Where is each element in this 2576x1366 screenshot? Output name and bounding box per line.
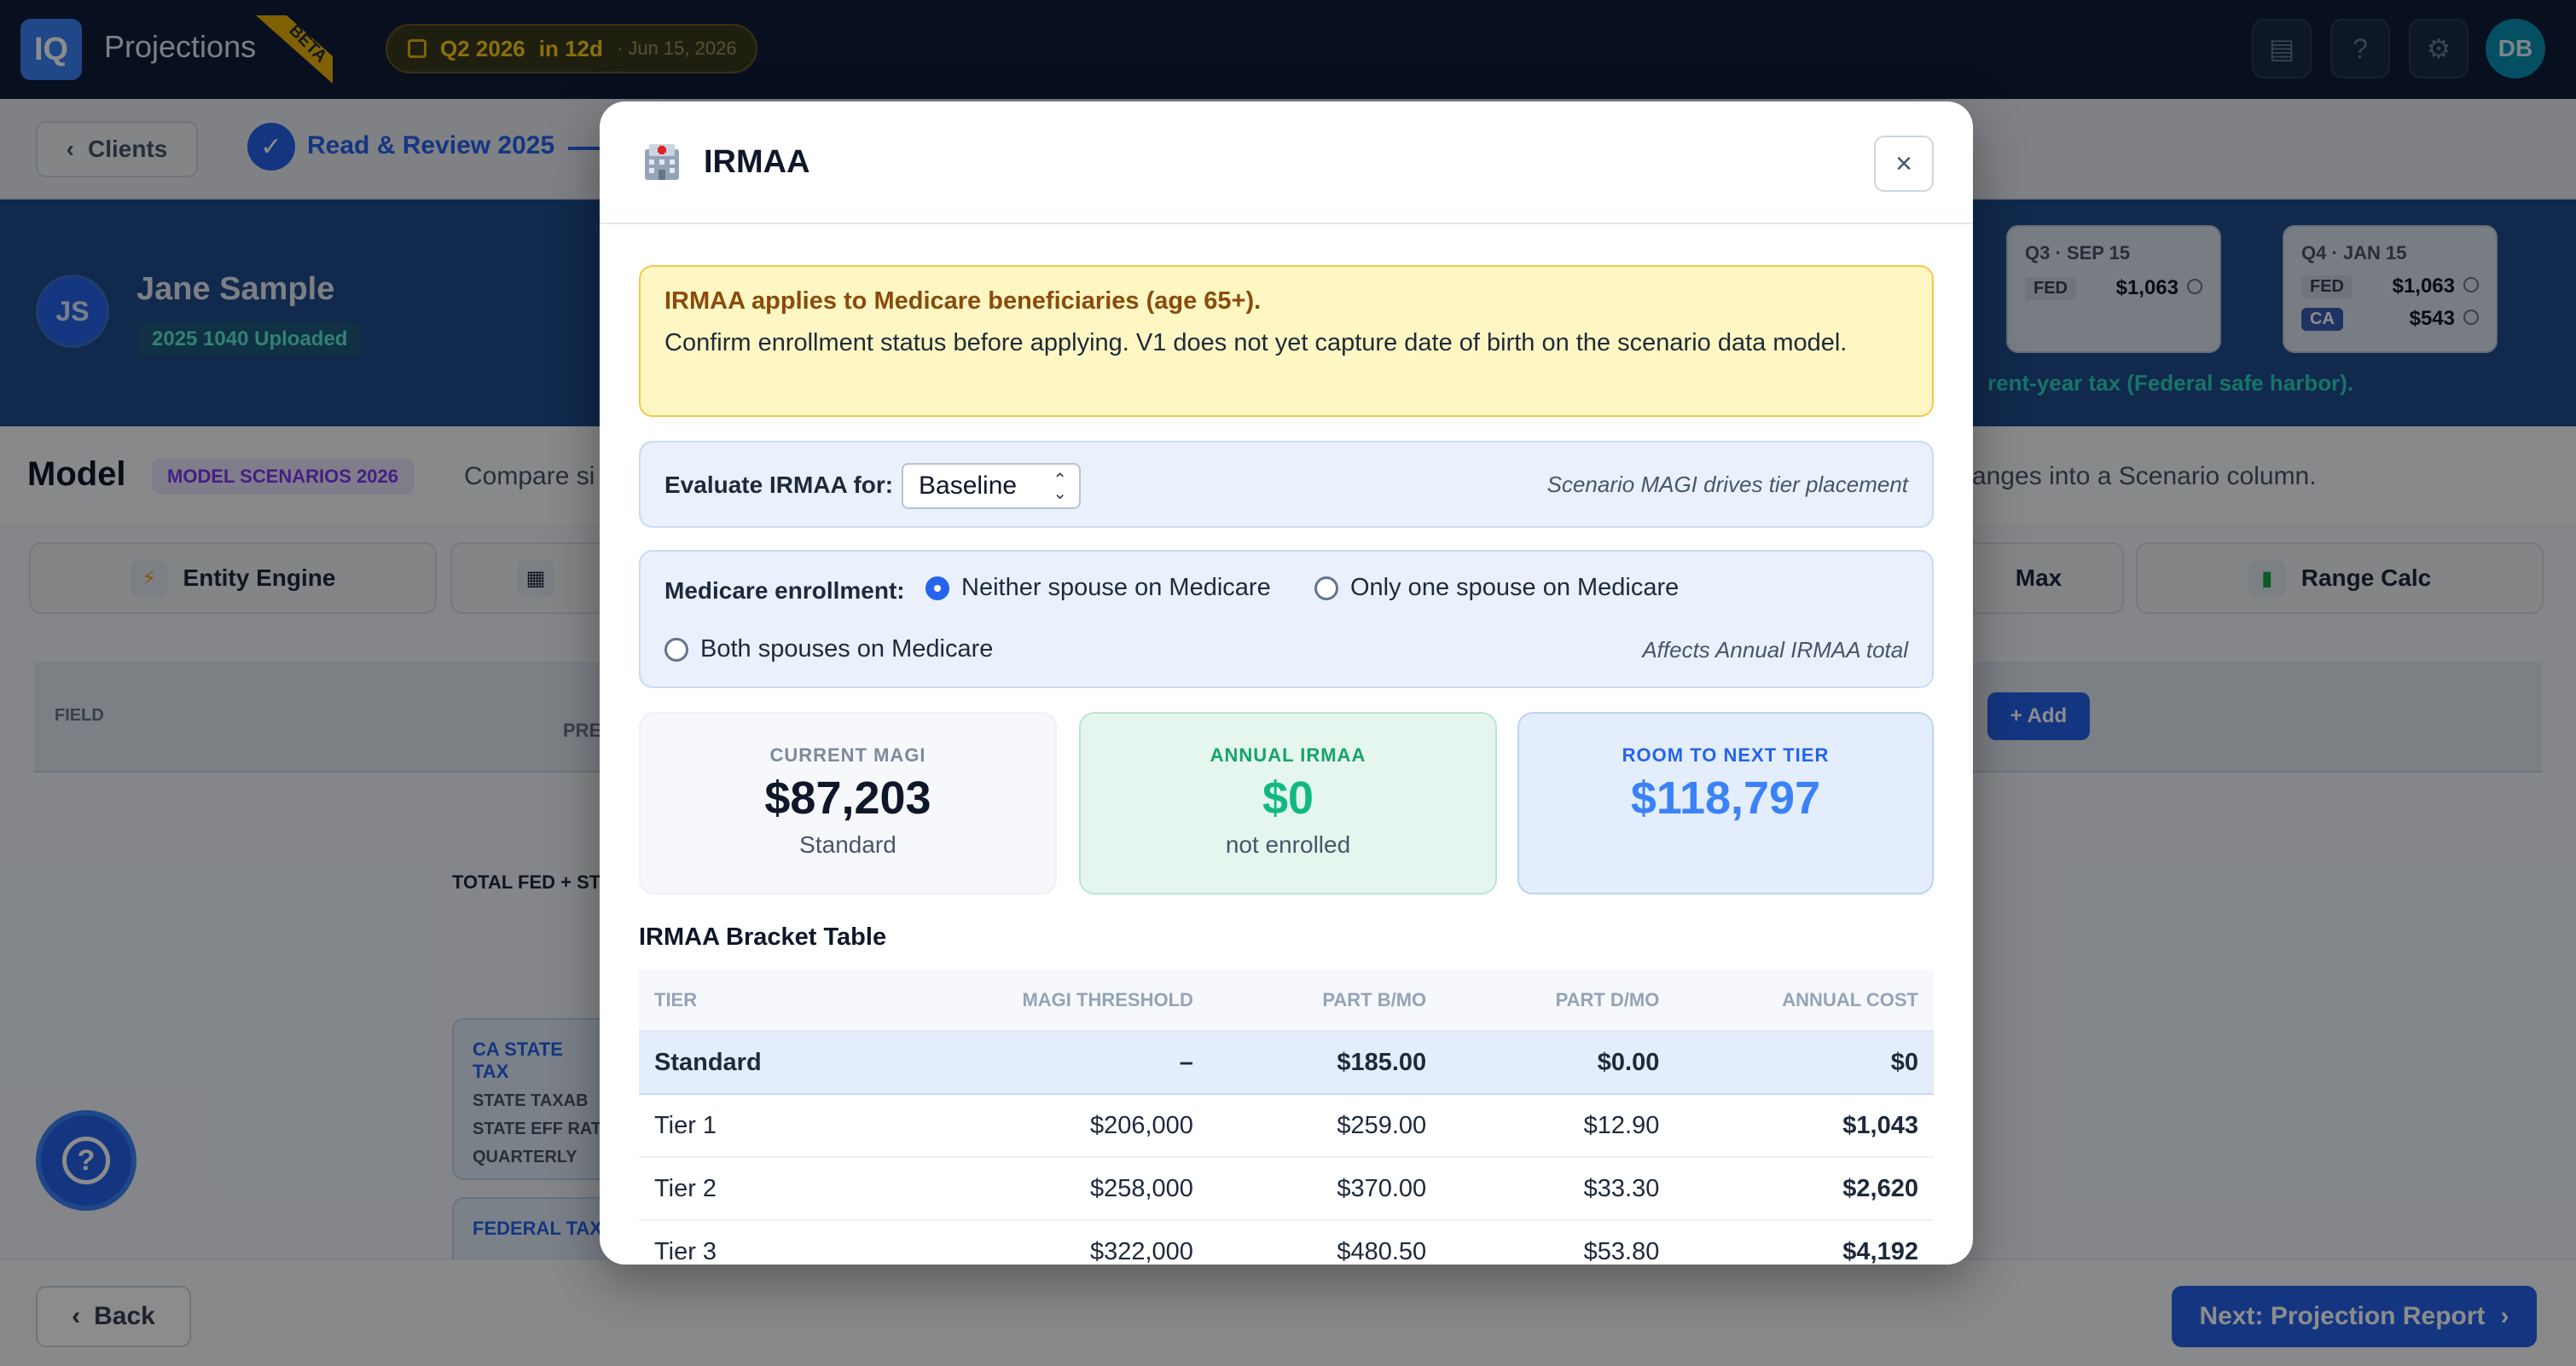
table-row: Tier 2 $258,000 $370.00 $33.30 $2,620 bbox=[639, 1157, 1934, 1221]
radio-both-spouses[interactable]: Both spouses on Medicare bbox=[664, 635, 993, 663]
select-chevrons-icon: ⌃ ⌄ bbox=[1053, 471, 1067, 503]
irmaa-modal: IRMAA × IRMAA applies to Medicare benefi… bbox=[600, 101, 1973, 1265]
evaluate-note: Scenario MAGI drives tier placement bbox=[1546, 472, 1908, 497]
table-header-row: TIER MAGI THRESHOLD PART B/MO PART D/MO … bbox=[639, 970, 1934, 1032]
room-to-next-tier-card: ROOM TO NEXT TIER $118,797 bbox=[1517, 712, 1934, 894]
warning-heading: IRMAA applies to Medicare beneficiaries … bbox=[664, 287, 1262, 315]
radio-unselected-icon bbox=[1314, 576, 1338, 600]
current-magi-value: $87,203 bbox=[764, 773, 931, 824]
radio-selected-icon bbox=[925, 576, 949, 600]
medicare-warning-banner: IRMAA applies to Medicare beneficiaries … bbox=[639, 265, 1934, 417]
modal-header: IRMAA × bbox=[600, 101, 1973, 224]
table-row: Standard – $185.00 $0.00 $0 bbox=[639, 1031, 1934, 1095]
irmaa-bracket-table: TIER MAGI THRESHOLD PART B/MO PART D/MO … bbox=[639, 970, 1934, 1265]
annual-irmaa-value: $0 bbox=[1262, 773, 1314, 824]
room-to-next-tier-value: $118,797 bbox=[1630, 773, 1821, 824]
annual-irmaa-card: ANNUAL IRMAA $0 not enrolled bbox=[1079, 712, 1497, 894]
scenario-select[interactable]: Baseline ⌃ ⌄ bbox=[902, 463, 1081, 509]
table-row: Tier 1 $206,000 $259.00 $12.90 $1,043 bbox=[639, 1094, 1934, 1158]
hospital-icon bbox=[645, 144, 679, 180]
modal-title: IRMAA bbox=[704, 144, 810, 180]
radio-neither-spouse[interactable]: Neither spouse on Medicare bbox=[925, 574, 1271, 602]
radio-one-spouse[interactable]: Only one spouse on Medicare bbox=[1314, 574, 1679, 602]
bracket-table-title: IRMAA Bracket Table bbox=[639, 923, 887, 951]
close-button[interactable]: × bbox=[1874, 136, 1934, 192]
enrollment-panel: Medicare enrollment: Neither spouse on M… bbox=[639, 550, 1934, 688]
enrollment-label: Medicare enrollment: bbox=[664, 577, 905, 604]
table-row: Tier 3 $322,000 $480.50 $53.80 $4,192 bbox=[639, 1220, 1934, 1265]
current-magi-card: CURRENT MAGI $87,203 Standard bbox=[639, 712, 1057, 894]
enrollment-note: Affects Annual IRMAA total bbox=[1642, 637, 1908, 663]
evaluate-panel: Evaluate IRMAA for: Baseline ⌃ ⌄ Scenario… bbox=[639, 441, 1934, 528]
warning-text: Confirm enrollment status before applyin… bbox=[664, 329, 1848, 356]
evaluate-label: Evaluate IRMAA for: bbox=[664, 472, 894, 498]
radio-unselected-icon bbox=[664, 637, 688, 662]
